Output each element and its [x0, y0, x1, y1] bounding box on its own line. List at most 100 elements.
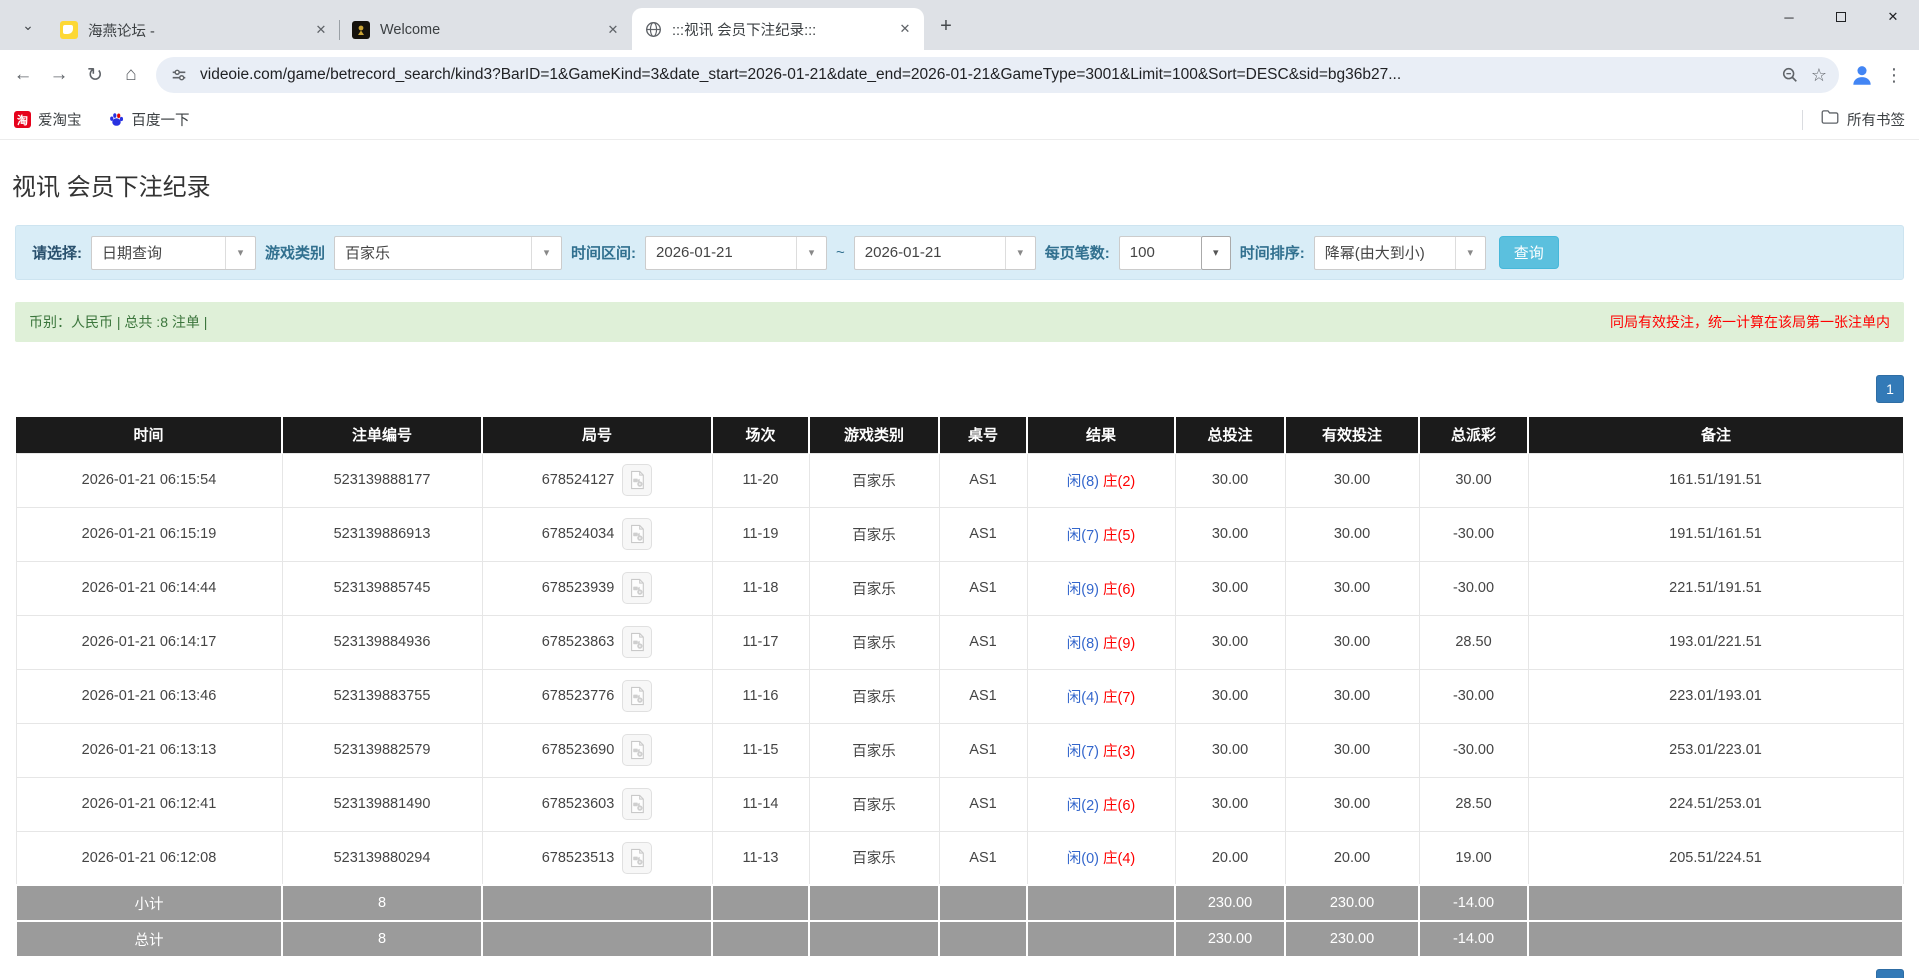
- round-id-text: 678524127: [542, 472, 615, 488]
- tab-welcome[interactable]: Welcome ✕: [340, 10, 632, 50]
- profile-avatar[interactable]: [1847, 60, 1877, 90]
- round-id-cell: 678523863: [482, 615, 712, 669]
- date-start-select[interactable]: 2026-01-21 ▾: [645, 236, 827, 270]
- date-end-select[interactable]: 2026-01-21 ▾: [854, 236, 1036, 270]
- new-tab-button[interactable]: +: [932, 12, 960, 40]
- total-bet-cell[interactable]: 30.00: [1175, 507, 1285, 561]
- tab-search-chevron-icon[interactable]: ⌄: [14, 11, 42, 39]
- result-player: 闲(0): [1067, 851, 1099, 867]
- column-header: 时间: [16, 417, 282, 453]
- table-footer-row: 总计8230.00230.00-14.00: [16, 921, 1903, 957]
- bookmark-star-icon[interactable]: ☆: [1811, 65, 1827, 86]
- column-header: 场次: [712, 417, 809, 453]
- haiyan-favicon-icon: [60, 21, 78, 39]
- table-no-cell: AS1: [939, 453, 1027, 507]
- browser-menu-icon[interactable]: ⋮: [1879, 60, 1909, 90]
- page-number-button-bottom[interactable]: 1: [1876, 969, 1904, 978]
- footer-value-cell: [482, 921, 712, 957]
- note-cell: 205.51/224.51: [1528, 831, 1903, 885]
- per-page-input[interactable]: 100: [1119, 236, 1201, 270]
- valid-bet-cell: 30.00: [1285, 723, 1419, 777]
- video-replay-button[interactable]: [622, 626, 652, 658]
- all-bookmarks[interactable]: 所有书签: [1802, 109, 1905, 130]
- round-id-wrap: 678523513: [542, 842, 653, 874]
- window-minimize-button[interactable]: ─: [1763, 0, 1815, 34]
- query-type-select[interactable]: 日期查询 ▾: [91, 236, 256, 270]
- game-type-label: 游戏类别: [265, 242, 325, 263]
- footer-value-cell: 230.00: [1175, 885, 1285, 921]
- result-cell: 闲(7) 庄(3): [1027, 723, 1175, 777]
- round-id-wrap: 678523603: [542, 788, 653, 820]
- table-row: 2026-01-21 06:12:08523139880294678523513…: [16, 831, 1903, 885]
- round-id-wrap: 678523863: [542, 626, 653, 658]
- close-tab-icon[interactable]: ✕: [312, 21, 330, 39]
- bookmarks-bar: 淘 爱淘宝 百度一下 所有书签: [0, 100, 1919, 140]
- close-tab-icon[interactable]: ✕: [604, 21, 622, 39]
- round-id-wrap: 678523690: [542, 734, 653, 766]
- round-id-wrap: 678523776: [542, 680, 653, 712]
- address-bar[interactable]: videoie.com/game/betrecord_search/kind3?…: [156, 57, 1839, 93]
- bet-records-table: 时间注单编号局号场次游戏类别桌号结果总投注有效投注总派彩备注 2026-01-2…: [15, 417, 1904, 958]
- video-replay-button[interactable]: [622, 572, 652, 604]
- per-page-dropdown-button[interactable]: ▾: [1201, 236, 1231, 270]
- footer-value-cell: -14.00: [1419, 885, 1528, 921]
- reload-icon[interactable]: ↻: [78, 58, 112, 92]
- forward-icon[interactable]: →: [42, 58, 76, 92]
- payout-cell: -30.00: [1419, 561, 1528, 615]
- footer-value-cell: [939, 921, 1027, 957]
- tab-haiyan-forum[interactable]: 海燕论坛 - ✕: [48, 10, 340, 50]
- back-icon[interactable]: ←: [6, 58, 40, 92]
- site-settings-icon[interactable]: [168, 64, 190, 86]
- valid-bet-cell: 30.00: [1285, 669, 1419, 723]
- footer-label-cell: 小计: [16, 885, 282, 921]
- bet-id-cell: 523139883755: [282, 669, 482, 723]
- video-replay-button[interactable]: [622, 842, 652, 874]
- result-cell: 闲(9) 庄(6): [1027, 561, 1175, 615]
- video-replay-button[interactable]: [622, 788, 652, 820]
- page-title: 视讯 会员下注纪录: [12, 167, 1919, 202]
- result-banker: 庄(5): [1103, 528, 1135, 544]
- time-range-label: 时间区间:: [571, 242, 636, 263]
- note-cell: 193.01/221.51: [1528, 615, 1903, 669]
- round-id-wrap: 678524034: [542, 518, 653, 550]
- game-type-select[interactable]: 百家乐 ▾: [334, 236, 562, 270]
- page-number-button[interactable]: 1: [1876, 375, 1904, 403]
- result-player: 闲(4): [1067, 690, 1099, 706]
- tab-bet-records-active[interactable]: :::视讯 会员下注纪录::: ✕: [632, 8, 924, 50]
- round-id-text: 678523513: [542, 850, 615, 866]
- total-bet-cell[interactable]: 30.00: [1175, 723, 1285, 777]
- maximize-icon: [1836, 12, 1846, 22]
- round-id-wrap: 678523939: [542, 572, 653, 604]
- game-type-cell: 百家乐: [809, 723, 939, 777]
- zoom-icon[interactable]: [1779, 64, 1801, 86]
- video-replay-button[interactable]: [622, 464, 652, 496]
- window-maximize-button[interactable]: [1815, 0, 1867, 34]
- close-tab-icon[interactable]: ✕: [896, 20, 914, 38]
- game-type-cell: 百家乐: [809, 507, 939, 561]
- total-bet-cell[interactable]: 30.00: [1175, 453, 1285, 507]
- total-bet-cell[interactable]: 30.00: [1175, 561, 1285, 615]
- sort-select[interactable]: 降幂(由大到小) ▾: [1314, 236, 1486, 270]
- video-replay-button[interactable]: [622, 680, 652, 712]
- video-replay-button[interactable]: [622, 734, 652, 766]
- bookmark-aitaobao[interactable]: 淘 爱淘宝: [14, 109, 82, 130]
- session-cell: 11-19: [712, 507, 809, 561]
- total-bet-cell[interactable]: 30.00: [1175, 669, 1285, 723]
- video-replay-button[interactable]: [622, 518, 652, 550]
- round-id-cell: 678523776: [482, 669, 712, 723]
- table-no-cell: AS1: [939, 507, 1027, 561]
- total-bet-cell[interactable]: 30.00: [1175, 615, 1285, 669]
- window-close-button[interactable]: ✕: [1867, 0, 1919, 34]
- table-row: 2026-01-21 06:14:17523139884936678523863…: [16, 615, 1903, 669]
- search-button[interactable]: 查询: [1499, 236, 1559, 269]
- home-icon[interactable]: ⌂: [114, 58, 148, 92]
- browser-toolbar: ← → ↻ ⌂ videoie.com/game/betrecord_searc…: [0, 50, 1919, 100]
- total-bet-cell[interactable]: 30.00: [1175, 777, 1285, 831]
- url-text[interactable]: videoie.com/game/betrecord_search/kind3?…: [200, 66, 1769, 84]
- bookmark-baidu[interactable]: 百度一下: [108, 109, 190, 130]
- total-bet-cell[interactable]: 20.00: [1175, 831, 1285, 885]
- result-cell: 闲(8) 庄(2): [1027, 453, 1175, 507]
- footer-value-cell: [482, 885, 712, 921]
- chevron-down-icon: ▾: [1005, 237, 1035, 269]
- chevron-down-icon: ▾: [1455, 237, 1485, 269]
